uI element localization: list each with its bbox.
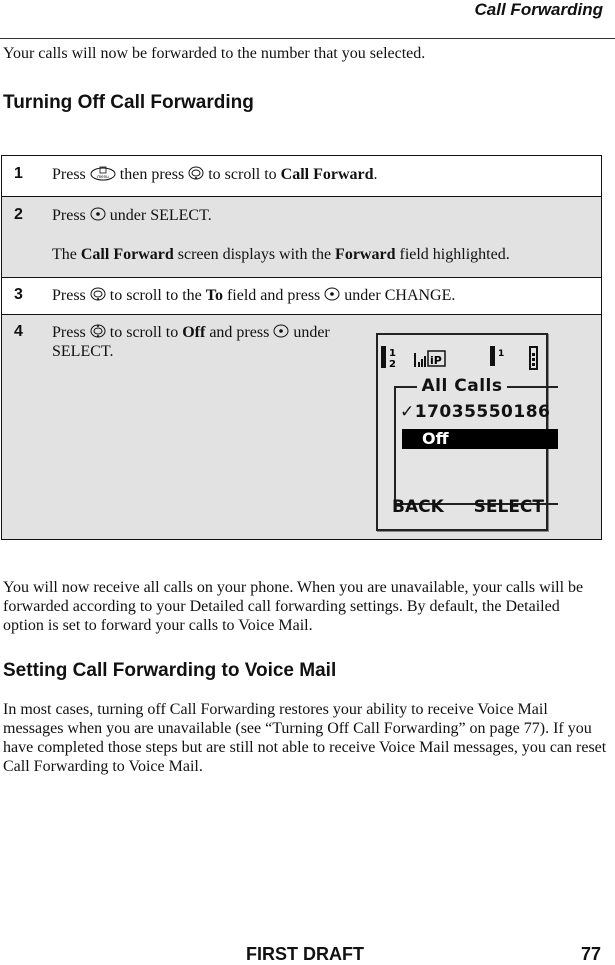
call-icon: 1 bbox=[490, 346, 504, 366]
step-row-2: 2 Press under SELECT. The Call Forward s… bbox=[1, 196, 602, 278]
softkey-select: SELECT bbox=[473, 497, 544, 517]
step-text: Press menu then press to scroll to Call … bbox=[52, 166, 378, 183]
scroll-key-icon bbox=[188, 166, 204, 180]
svg-text:2: 2 bbox=[389, 359, 396, 370]
draft-label: FIRST DRAFT bbox=[246, 944, 364, 964]
phone-screen-illustration: 1 2 iP 1 All Calls ✓17035550186 Off BACK… bbox=[376, 333, 558, 531]
softkey-back: BACK bbox=[392, 497, 444, 517]
section-heading-turning-off: Turning Off Call Forwarding bbox=[3, 92, 254, 113]
status-bar: 1 2 iP 1 bbox=[378, 345, 546, 371]
step-row-1: 1 Press menu then press to scroll to Cal… bbox=[1, 155, 602, 197]
svg-text:1: 1 bbox=[498, 349, 504, 359]
voice-mail-paragraph: In most cases, turning off Call Forwardi… bbox=[3, 701, 607, 775]
step-number: 4 bbox=[14, 323, 23, 340]
menu-key-icon: menu bbox=[90, 166, 116, 181]
scroll-key-icon bbox=[90, 287, 106, 301]
svg-text:1: 1 bbox=[389, 348, 396, 359]
scroll-updown-key-icon bbox=[90, 324, 106, 338]
line-icon: 1 2 bbox=[381, 346, 396, 370]
running-header-title: Call Forwarding bbox=[474, 0, 603, 19]
step-number: 2 bbox=[14, 206, 23, 223]
select-key-icon bbox=[273, 324, 289, 338]
step-number: 3 bbox=[14, 286, 23, 303]
step-number: 1 bbox=[14, 165, 23, 182]
step-text: Press to scroll to Off and press under S… bbox=[52, 324, 330, 360]
svg-text:menu: menu bbox=[97, 174, 109, 179]
signal-icon bbox=[414, 353, 426, 367]
after-steps-paragraph: You will now receive all calls on your p… bbox=[3, 579, 584, 634]
ip-icon: iP bbox=[427, 350, 446, 367]
list-item-selected: Off bbox=[402, 429, 558, 449]
svg-text:iP: iP bbox=[430, 354, 442, 367]
screen-title: All Calls bbox=[378, 376, 546, 396]
select-key-icon bbox=[324, 287, 340, 301]
intro-paragraph: Your calls will now be forwarded to the … bbox=[3, 45, 426, 62]
page-number: 77 bbox=[580, 944, 601, 964]
list-item-number: ✓17035550186 bbox=[400, 402, 551, 422]
select-key-icon bbox=[90, 207, 106, 221]
battery-icon bbox=[529, 346, 538, 370]
step-row-3: 3 Press to scroll to the To field and pr… bbox=[1, 277, 602, 315]
section-heading-voice-mail: Setting Call Forwarding to Voice Mail bbox=[3, 660, 337, 681]
step-text: Press to scroll to the To field and pres… bbox=[52, 287, 456, 304]
step-text: Press under SELECT. The Call Forward scr… bbox=[52, 207, 510, 263]
header-rule bbox=[0, 38, 615, 39]
